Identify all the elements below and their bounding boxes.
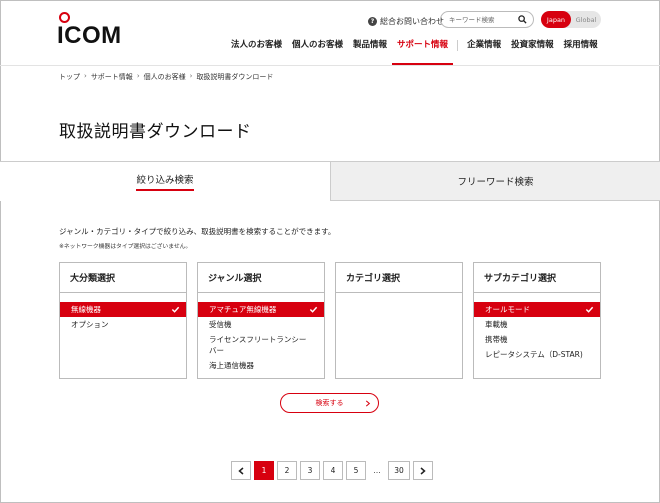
pagination-page-2[interactable]: 2 — [277, 461, 297, 480]
site-header: ICOM ? 総合お問い合わせ Japan Global 法人のお客様 個人のお… — [0, 0, 660, 66]
option-label: オールモード — [485, 305, 530, 314]
option-label: 携帯機 — [485, 335, 508, 344]
option-license-free-transceiver[interactable]: ライセンスフリートランシーバー — [198, 332, 324, 358]
panel-genre: ジャンル選択 アマチュア無線機器 受信機 ライセンスフリートランシーバー 海上通… — [197, 262, 325, 379]
option-label: レピータシステム（D-STAR) — [485, 350, 583, 359]
tab-freeword-search[interactable]: フリーワード検索 — [330, 162, 660, 201]
inquiry-link[interactable]: ? 総合お問い合わせ — [368, 16, 444, 27]
search-mode-tabs: 絞り込み検索 フリーワード検索 — [0, 161, 660, 201]
gnav-item-support[interactable]: サポート情報 — [392, 39, 454, 65]
panel-title: カテゴリ選択 — [336, 263, 462, 293]
gnav-item-recruit[interactable]: 採用情報 — [559, 39, 603, 65]
option-label: 無線機器 — [71, 305, 101, 314]
option-label: 受信機 — [209, 320, 232, 329]
inquiry-label: 総合お問い合わせ — [380, 16, 444, 26]
breadcrumb-chevron-icon: › — [136, 72, 140, 80]
option-all-mode[interactable]: オールモード — [474, 302, 600, 317]
option-handheld[interactable]: 携帯機 — [474, 332, 600, 347]
option-repeater-system[interactable]: レピータシステム（D-STAR) — [474, 347, 600, 362]
keyword-search-box — [440, 11, 534, 28]
pagination-page-4[interactable]: 4 — [323, 461, 343, 480]
option-receiver[interactable]: 受信機 — [198, 317, 324, 332]
option-marine-communication[interactable]: 海上通信機器 — [198, 358, 324, 373]
option-label: 車載機 — [485, 320, 508, 329]
panel-major-category: 大分類選択 無線機器 オプション — [59, 262, 187, 379]
question-icon: ? — [368, 16, 377, 26]
pagination-page-last[interactable]: 30 — [388, 461, 410, 480]
option-label: ライセンスフリートランシーバー — [209, 335, 307, 355]
chevron-right-icon — [365, 400, 371, 407]
panel-category: カテゴリ選択 — [335, 262, 463, 379]
option-label: オプション — [71, 320, 109, 329]
search-description: ジャンル・カテゴリ・タイプで絞り込み、取扱説明書を検索することができます。 — [59, 227, 336, 236]
panel-options: 無線機器 オプション — [60, 293, 186, 332]
breadcrumb-item-top[interactable]: トップ — [59, 72, 80, 82]
pagination-prev-button[interactable] — [231, 461, 251, 480]
panel-options: オールモード 車載機 携帯機 レピータシステム（D-STAR) — [474, 293, 600, 362]
pagination: 1 2 3 4 5 ... 30 — [231, 461, 436, 480]
gnav-divider — [457, 40, 459, 51]
chevron-left-icon — [238, 466, 244, 475]
page-title: 取扱説明書ダウンロード — [59, 122, 252, 142]
option-mobile[interactable]: 車載機 — [474, 317, 600, 332]
panel-options — [336, 293, 462, 302]
search-note: ※ネットワーク機器はタイプ選択はございません。 — [59, 244, 192, 250]
language-switch: Japan Global — [541, 11, 601, 28]
check-icon — [309, 306, 318, 313]
breadcrumb-chevron-icon: › — [189, 72, 193, 80]
search-button[interactable]: 検索する — [280, 393, 379, 413]
breadcrumb-item-current: 取扱説明書ダウンロード — [196, 73, 274, 81]
breadcrumb-item-personal[interactable]: 個人のお客様 — [144, 72, 186, 82]
chevron-right-icon — [420, 466, 426, 475]
search-icon[interactable] — [518, 15, 527, 24]
panel-title: 大分類選択 — [60, 263, 186, 293]
option-amateur-radio[interactable]: アマチュア無線機器 — [198, 302, 324, 317]
check-icon — [171, 306, 180, 313]
gnav-item-business[interactable]: 法人のお客様 — [226, 39, 287, 65]
breadcrumb: トップ › サポート情報 › 個人のお客様 › 取扱説明書ダウンロード — [59, 72, 273, 82]
pagination-ellipsis: ... — [373, 466, 381, 475]
option-label: アマチュア無線機器 — [209, 305, 277, 314]
check-icon — [585, 306, 594, 313]
global-nav: 法人のお客様 個人のお客様 製品情報 サポート情報 企業情報 投資家情報 採用情… — [226, 39, 603, 65]
panel-subcategory: サブカテゴリ選択 オールモード 車載機 携帯機 レピータシステム（D-STAR) — [473, 262, 601, 379]
gnav-item-products[interactable]: 製品情報 — [348, 39, 392, 65]
tab-narrow-search[interactable]: 絞り込み検索 — [0, 162, 330, 201]
logo-text: ICOM — [57, 22, 122, 49]
icom-logo[interactable]: ICOM — [57, 12, 137, 49]
panel-title: ジャンル選択 — [198, 263, 324, 293]
gnav-item-company[interactable]: 企業情報 — [462, 39, 506, 65]
panel-options: アマチュア無線機器 受信機 ライセンスフリートランシーバー 海上通信機器 — [198, 293, 324, 373]
pagination-page-5[interactable]: 5 — [346, 461, 366, 480]
option-wireless-devices[interactable]: 無線機器 — [60, 302, 186, 317]
utility-nav: ? 総合お問い合わせ — [368, 12, 444, 30]
keyword-search-input[interactable] — [449, 14, 519, 25]
option-options[interactable]: オプション — [60, 317, 186, 332]
pagination-page-1[interactable]: 1 — [254, 461, 274, 480]
pagination-next-button[interactable] — [413, 461, 433, 480]
tab-narrow-search-label: 絞り込み検索 — [136, 172, 194, 191]
lang-japan-button[interactable]: Japan — [541, 11, 571, 28]
breadcrumb-chevron-icon: › — [84, 72, 87, 80]
tab-freeword-search-label: フリーワード検索 — [457, 177, 534, 188]
lang-global-button[interactable]: Global — [571, 11, 601, 28]
pagination-page-3[interactable]: 3 — [300, 461, 320, 480]
gnav-item-personal[interactable]: 個人のお客様 — [287, 39, 348, 65]
breadcrumb-item-support[interactable]: サポート情報 — [91, 72, 133, 82]
search-button-label: 検索する — [315, 399, 344, 407]
panel-title: サブカテゴリ選択 — [474, 263, 600, 293]
gnav-item-investors[interactable]: 投資家情報 — [506, 39, 559, 65]
option-label: 海上通信機器 — [209, 361, 254, 370]
